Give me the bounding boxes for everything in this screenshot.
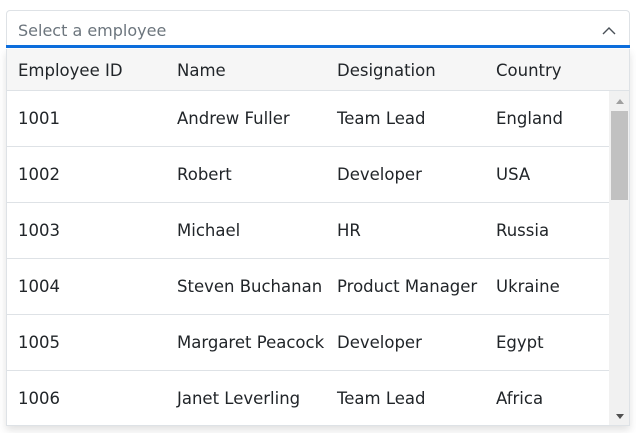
country-cell: England xyxy=(496,109,563,128)
column-header-employee-id[interactable]: Employee ID xyxy=(18,60,123,82)
name-cell: Robert xyxy=(177,165,232,184)
employee-id-cell: 1002 xyxy=(18,165,60,184)
name-cell: Steven Buchanan xyxy=(177,277,323,296)
column-header-country[interactable]: Country xyxy=(496,60,562,82)
grid-header: Employee ID Name Designation Country xyxy=(7,49,629,91)
designation-cell: Product Manager xyxy=(337,277,478,296)
table-row[interactable]: 1004 Steven Buchanan Product Manager Ukr… xyxy=(7,259,609,315)
designation-cell: Team Lead xyxy=(337,389,426,408)
name-cell: Michael xyxy=(177,221,241,240)
country-cell: USA xyxy=(496,165,531,184)
triangle-up-icon[interactable] xyxy=(609,93,629,111)
designation-cell: HR xyxy=(337,221,361,240)
employee-id-cell: 1003 xyxy=(18,221,60,240)
table-row[interactable]: 1002 Robert Developer USA xyxy=(7,147,609,203)
name-cell: Janet Leverling xyxy=(177,389,301,408)
employee-id-cell: 1005 xyxy=(18,333,60,352)
table-row[interactable]: 1006 Janet Leverling Team Lead Africa xyxy=(7,371,609,425)
employee-id-cell: 1001 xyxy=(18,109,60,128)
country-cell: Russia xyxy=(496,221,550,240)
designation-cell: Team Lead xyxy=(337,109,426,128)
table-row[interactable]: 1005 Margaret Peacock Developer Egypt xyxy=(7,315,609,371)
name-cell: Andrew Fuller xyxy=(177,109,290,128)
triangle-down-icon[interactable] xyxy=(609,408,629,425)
designation-cell: Developer xyxy=(337,165,422,184)
employee-id-cell: 1004 xyxy=(18,277,60,296)
country-cell: Africa xyxy=(496,389,544,408)
employee-combobox[interactable]: Select a employee xyxy=(6,10,630,48)
employee-id-cell: 1006 xyxy=(18,389,60,408)
column-header-designation[interactable]: Designation xyxy=(337,60,436,82)
country-cell: Ukraine xyxy=(496,277,560,296)
country-cell: Egypt xyxy=(496,333,544,352)
table-row[interactable]: 1001 Andrew Fuller Team Lead England xyxy=(7,91,609,147)
grid-rows: 1001 Andrew Fuller Team Lead England 100… xyxy=(7,91,609,425)
vertical-scrollbar[interactable] xyxy=(609,91,629,425)
scrollbar-thumb[interactable] xyxy=(611,111,628,200)
employee-dropdown-popup: Employee ID Name Designation Country 100… xyxy=(6,49,630,426)
chevron-up-icon[interactable] xyxy=(601,23,617,37)
designation-cell: Developer xyxy=(337,333,422,352)
combobox-placeholder: Select a employee xyxy=(18,21,167,40)
name-cell: Margaret Peacock xyxy=(177,333,325,352)
column-header-name[interactable]: Name xyxy=(177,60,226,82)
table-row[interactable]: 1003 Michael HR Russia xyxy=(7,203,609,259)
